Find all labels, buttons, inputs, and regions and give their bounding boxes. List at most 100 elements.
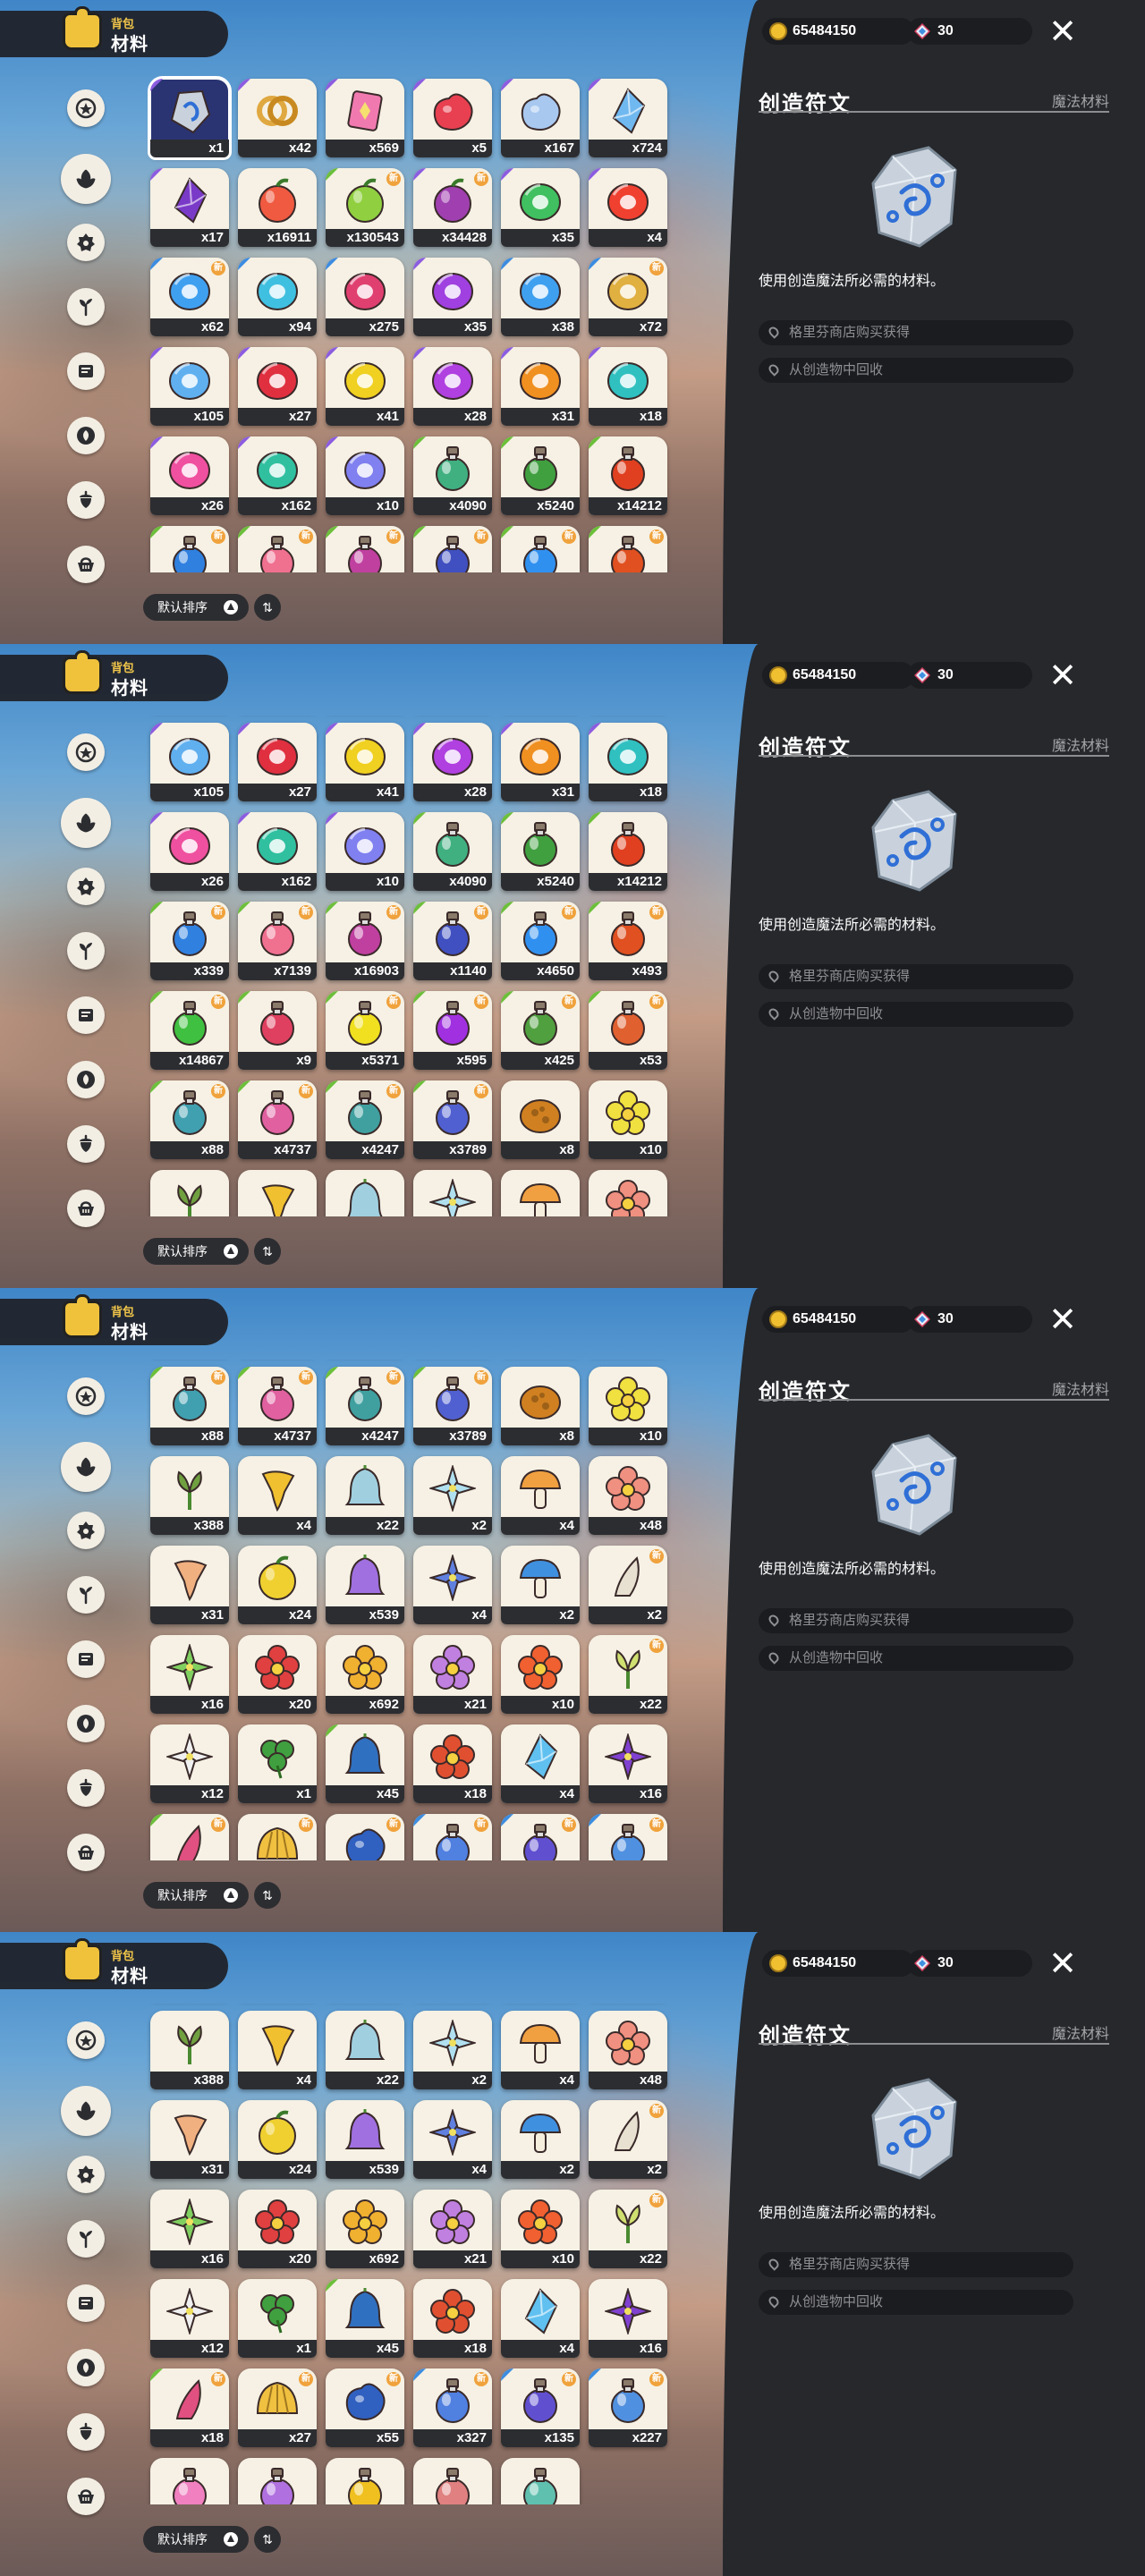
category-acorn[interactable] (67, 481, 105, 519)
category-basket[interactable] (67, 1834, 105, 1871)
inventory-slot[interactable]: x41 (326, 347, 404, 426)
inventory-slot[interactable]: x48 (589, 1170, 667, 1216)
inventory-slot[interactable]: 新x16903 (326, 526, 404, 572)
inventory-slot[interactable]: x4 (501, 2011, 580, 2089)
category-leaf[interactable] (61, 154, 111, 204)
inventory-slot[interactable]: 新x1140 (413, 902, 492, 980)
inventory-slot[interactable]: x18 (413, 2279, 492, 2358)
inventory-slot[interactable]: 新x227 (589, 2368, 667, 2447)
inventory-slot[interactable]: 新 x34428 (413, 168, 492, 247)
inventory-slot[interactable]: x22 (326, 1170, 404, 1216)
inventory-slot[interactable]: 新 x4737 (238, 1367, 317, 1445)
inventory-slot[interactable]: x569 (326, 79, 404, 157)
inventory-slot[interactable]: 新 x88 (150, 1080, 229, 1159)
inventory-slot[interactable]: x20 (238, 2190, 317, 2268)
inventory-slot[interactable]: x1 (148, 76, 232, 160)
category-acorn[interactable] (67, 2413, 105, 2451)
inventory-slot[interactable]: 新 x595 (413, 991, 492, 1070)
source-recycle[interactable]: 从创造物中回收 (759, 358, 1073, 383)
inventory-grid-viewport[interactable]: x1x42x569x5x167x724x17x16911新x130543新x34… (143, 1360, 680, 1860)
inventory-slot[interactable]: 新 x72 (589, 258, 667, 336)
inventory-slot[interactable]: x10 (501, 2190, 580, 2268)
sort-order-button[interactable]: ⇅ (254, 1882, 281, 1909)
inventory-slot[interactable]: x16 (589, 2279, 667, 2358)
category-badge[interactable] (67, 868, 105, 905)
sort-dropdown[interactable]: 默认排序 (143, 1882, 249, 1909)
category-star-coin[interactable] (67, 2021, 105, 2059)
inventory-slot[interactable]: x877 (238, 2458, 317, 2504)
inventory-slot[interactable]: 新 x7139 (238, 902, 317, 980)
tab-materials[interactable]: 材料 (111, 1318, 148, 1343)
inventory-slot[interactable]: x16911 (238, 168, 317, 247)
inventory-slot[interactable]: x10 (326, 812, 404, 891)
inventory-slot[interactable]: 新x327 (413, 1814, 492, 1860)
inventory-grid-viewport[interactable]: x1x42x569x5x167x724x17x16911新x130543新x34… (143, 72, 680, 572)
inventory-slot[interactable]: x24 (238, 1546, 317, 1624)
inventory-slot[interactable]: x35 (413, 258, 492, 336)
inventory-slot[interactable]: x31 (150, 1546, 229, 1624)
inventory-slot[interactable]: x167 (501, 79, 580, 157)
inventory-slot[interactable]: x692 (326, 1635, 404, 1714)
inventory-slot[interactable]: x41 (326, 723, 404, 801)
inventory-slot[interactable]: 新x18 (150, 1814, 229, 1860)
inventory-slot[interactable]: x1 (238, 1724, 317, 1803)
sort-order-button[interactable]: ⇅ (254, 1238, 281, 1265)
inventory-slot[interactable]: x24 (238, 2100, 317, 2179)
inventory-slot[interactable]: x28 (413, 347, 492, 426)
inventory-grid-viewport[interactable]: x1x42x569x5x167x724x17x16911新x130543新x34… (143, 716, 680, 1216)
inventory-slot[interactable]: x31 (501, 723, 580, 801)
inventory-slot[interactable]: 新x227 (589, 1814, 667, 1860)
inventory-slot[interactable]: 新x1140 (413, 526, 492, 572)
inventory-slot[interactable]: x105 (150, 347, 229, 426)
inventory-slot[interactable]: 新 x27 (238, 2368, 317, 2447)
inventory-slot[interactable]: 新x55 (326, 1814, 404, 1860)
inventory-slot[interactable]: x22 (326, 2011, 404, 2089)
source-shop[interactable]: 格里芬商店购买获得 (759, 964, 1073, 989)
inventory-slot[interactable]: x12 (150, 2279, 229, 2358)
inventory-slot[interactable]: 新x493 (589, 902, 667, 980)
inventory-slot[interactable]: x28 (413, 723, 492, 801)
inventory-slot[interactable]: x293 (150, 2458, 229, 2504)
inventory-slot[interactable]: x4 (501, 1456, 580, 1535)
inventory-slot[interactable]: x26 (150, 436, 229, 515)
close-button[interactable]: ✕ (1045, 1946, 1081, 1982)
category-leaf[interactable] (61, 1442, 111, 1492)
inventory-slot[interactable]: x27 (238, 347, 317, 426)
inventory-slot[interactable]: 新x55 (326, 2368, 404, 2447)
inventory-slot[interactable]: x31 (501, 347, 580, 426)
inventory-slot[interactable]: 新x493 (589, 526, 667, 572)
inventory-slot[interactable]: 新 x339 (150, 902, 229, 980)
inventory-slot[interactable]: x16 (589, 1724, 667, 1803)
close-button[interactable]: ✕ (1045, 14, 1081, 50)
inventory-slot[interactable]: x506 (413, 2458, 492, 2504)
inventory-slot[interactable]: x14212 (589, 436, 667, 515)
inventory-slot[interactable]: x35 (501, 168, 580, 247)
inventory-slot[interactable]: x4 (238, 1170, 317, 1216)
inventory-slot[interactable]: x18 (589, 723, 667, 801)
inventory-slot[interactable]: x2 (501, 1546, 580, 1624)
inventory-slot[interactable]: x12 (150, 1724, 229, 1803)
inventory-slot[interactable]: x42 (238, 79, 317, 157)
inventory-slot[interactable]: x10 (589, 1367, 667, 1445)
inventory-slot[interactable]: x1350 (326, 2458, 404, 2504)
inventory-slot[interactable]: x4 (501, 1724, 580, 1803)
inventory-slot[interactable]: x27 (238, 723, 317, 801)
category-scroll[interactable] (67, 996, 105, 1034)
category-basket[interactable] (67, 2478, 105, 2515)
inventory-slot[interactable]: x4 (501, 2458, 580, 2504)
inventory-slot[interactable]: x20 (238, 1635, 317, 1714)
inventory-slot[interactable]: 新 x88 (150, 1367, 229, 1445)
inventory-slot[interactable]: x105 (150, 723, 229, 801)
inventory-slot[interactable]: 新 x425 (501, 991, 580, 1070)
inventory-slot[interactable]: x4 (501, 2279, 580, 2358)
source-recycle[interactable]: 从创造物中回收 (759, 1646, 1073, 1671)
inventory-slot[interactable]: 新 x5371 (326, 991, 404, 1070)
inventory-slot[interactable]: x10 (589, 1080, 667, 1159)
category-acorn[interactable] (67, 1125, 105, 1163)
inventory-slot[interactable]: x4 (238, 1456, 317, 1535)
category-leaf[interactable] (61, 2086, 111, 2136)
inventory-slot[interactable]: x5 (413, 79, 492, 157)
source-shop[interactable]: 格里芬商店购买获得 (759, 2252, 1073, 2277)
inventory-slot[interactable]: 新 x130543 (326, 168, 404, 247)
source-shop[interactable]: 格里芬商店购买获得 (759, 320, 1073, 345)
